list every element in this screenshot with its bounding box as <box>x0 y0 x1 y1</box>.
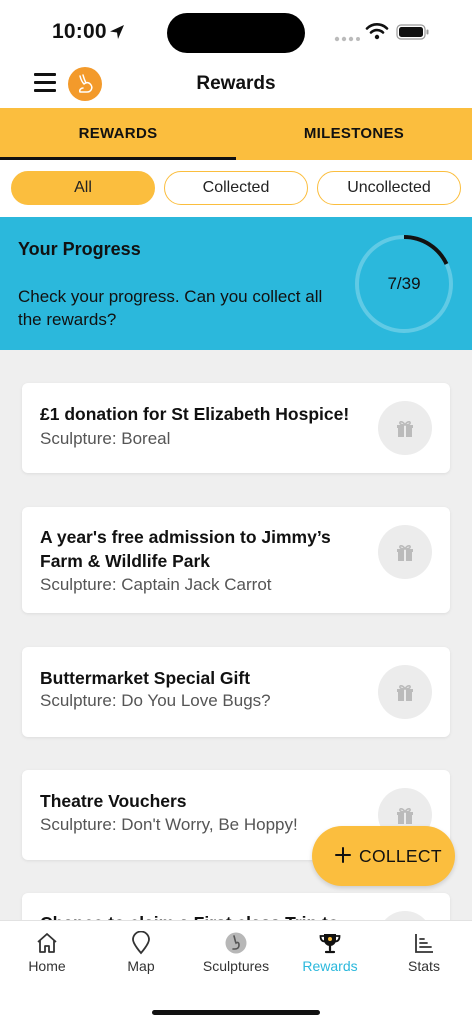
nav-stats-label: Stats <box>408 958 440 974</box>
map-pin-icon <box>132 931 150 955</box>
home-indicator <box>152 1010 320 1015</box>
progress-description: Check your progress. Can you collect all… <box>18 287 323 329</box>
nav-stats[interactable]: Stats <box>377 921 471 983</box>
collect-button-label: COLLECT <box>359 846 442 866</box>
collect-gift-button[interactable] <box>378 665 432 719</box>
reward-card[interactable]: A year's free admission to Jimmy’s Farm … <box>22 507 450 613</box>
nav-rewards-label: Rewards <box>302 958 358 974</box>
camera-notch <box>167 13 305 53</box>
progress-banner: Your Progress Check your progress. Can y… <box>0 217 472 350</box>
nav-map[interactable]: Map <box>94 921 188 983</box>
tab-rewards[interactable]: REWARDS <box>0 108 236 160</box>
stats-icon <box>415 934 433 953</box>
filter-bar: All Collected Uncollected <box>0 160 472 217</box>
filter-uncollected-button[interactable]: Uncollected <box>317 171 461 205</box>
progress-title: Your Progress <box>18 239 141 259</box>
filter-collected-button[interactable]: Collected <box>164 171 308 205</box>
reward-card[interactable]: Chance to claim a First class Trip to <box>22 893 450 920</box>
reward-sculpture: Sculpture: Boreal <box>40 429 171 448</box>
location-arrow-icon <box>110 25 124 39</box>
nav-sculptures-label: Sculptures <box>202 958 270 974</box>
collect-button[interactable]: COLLECT <box>312 826 455 886</box>
app-header: Rewards <box>0 62 472 108</box>
status-bar: 10:00 <box>0 0 472 62</box>
page-title: Rewards <box>196 73 276 94</box>
collect-gift-button[interactable] <box>378 525 432 579</box>
reward-title: Theatre Vouchers <box>40 791 187 811</box>
sculpture-icon <box>225 932 247 954</box>
gift-icon <box>397 421 413 437</box>
filter-all-button[interactable]: All <box>11 171 155 205</box>
gift-icon <box>397 685 413 701</box>
reward-sculpture: Sculpture: Do You Love Bugs? <box>40 691 271 710</box>
reward-sculpture: Sculpture: Captain Jack Carrot <box>40 575 272 594</box>
reward-card[interactable]: Buttermarket Special Gift Sculpture: Do … <box>22 647 450 737</box>
gift-icon <box>397 545 413 561</box>
signal-icon <box>334 36 360 42</box>
reward-title: Chance to claim a First class Trip to <box>40 911 370 920</box>
nav-sculptures[interactable]: Sculptures <box>189 921 283 983</box>
nav-map-label: Map <box>127 958 155 974</box>
gift-icon <box>397 808 413 824</box>
progress-count: 7/39 <box>387 274 421 293</box>
bottom-nav: Home Map Sculptures Rewards Stats <box>0 920 472 1024</box>
nav-home[interactable]: Home <box>0 921 94 983</box>
tab-milestones[interactable]: MILESTONES <box>236 108 472 160</box>
battery-icon <box>396 24 429 40</box>
wifi-icon <box>365 23 389 40</box>
reward-title: A year's free admission to Jimmy’s Farm … <box>40 527 331 571</box>
nav-home-label: Home <box>28 958 66 974</box>
nav-rewards[interactable]: Rewards <box>283 921 377 983</box>
plus-icon <box>335 847 351 863</box>
collect-gift-button[interactable] <box>378 401 432 455</box>
reward-title: £1 donation for St Elizabeth Hospice! <box>40 404 350 424</box>
reward-sculpture: Sculpture: Don't Worry, Be Hoppy! <box>40 815 298 834</box>
home-icon <box>37 933 57 953</box>
status-time: 10:00 <box>52 20 107 43</box>
reward-title: Buttermarket Special Gift <box>40 668 251 688</box>
trophy-icon <box>319 934 341 954</box>
tab-bar: REWARDS MILESTONES <box>0 108 472 160</box>
collect-gift-button[interactable] <box>378 911 432 920</box>
reward-card[interactable]: £1 donation for St Elizabeth Hospice! Sc… <box>22 383 450 473</box>
